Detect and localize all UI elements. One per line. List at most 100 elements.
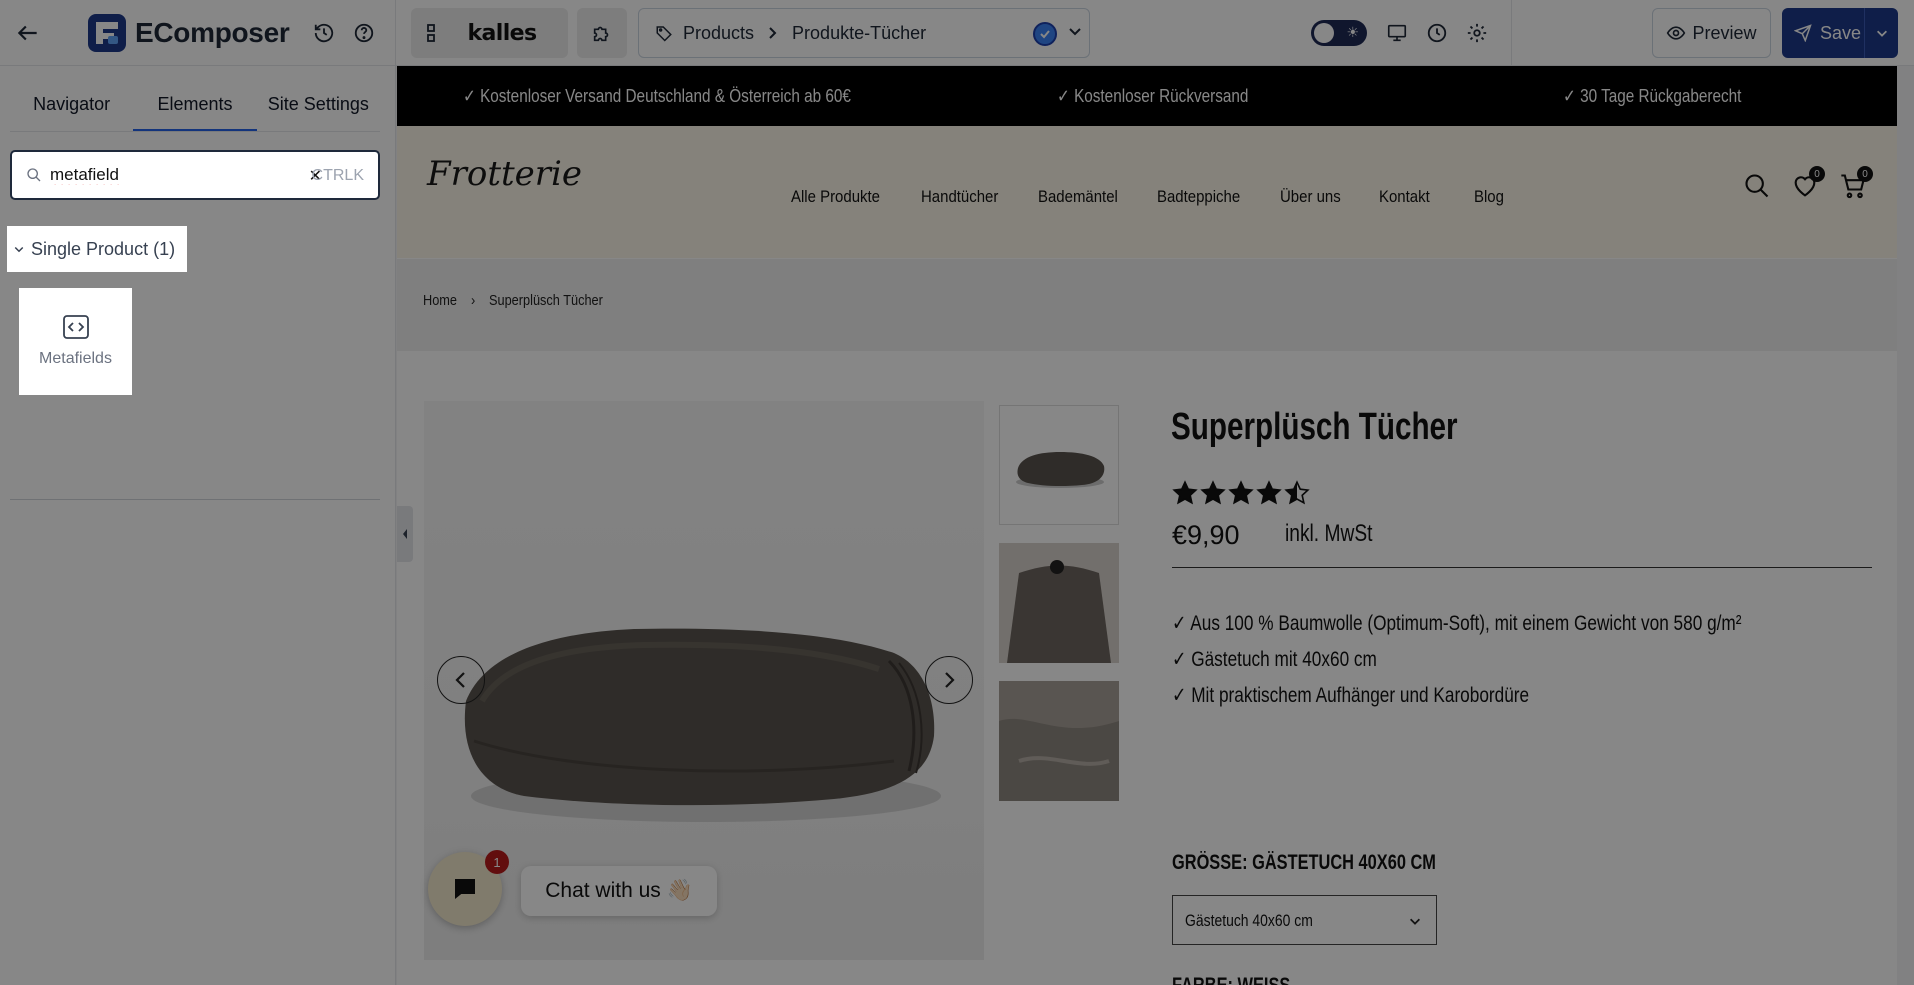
product-rating [1172,480,1310,506]
star-icon [1256,480,1282,505]
product-thumbnail[interactable] [999,405,1119,525]
save-main[interactable]: Save [1782,8,1864,58]
feature-item: ✓ Aus 100 % Baumwolle (Optimum-Soft), mi… [1172,612,1742,635]
back-button[interactable] [10,15,46,51]
published-check-icon [1033,22,1057,46]
size-select[interactable]: Gästetuch 40x60 cm [1172,895,1437,945]
search-icon [27,168,41,182]
next-image-button[interactable] [925,656,973,704]
chevron-left-icon [403,529,407,539]
help-icon [354,23,374,43]
star-icon [1200,480,1226,505]
sidebar-divider [10,499,380,500]
save-options-button[interactable] [1864,8,1898,58]
tab-elements[interactable]: Elements [133,82,257,131]
announcement-item: ✓ 30 Tage Rückgaberecht [1563,86,1742,106]
eye-icon [1667,26,1686,40]
chat-label: Chat with us 👋🏻 [545,879,693,902]
theme-button[interactable]: kalles [436,8,568,58]
nav-alle-produkte[interactable]: Alle Produkte [791,187,880,207]
help-button[interactable] [350,19,378,47]
element-label: Metafields [39,350,112,367]
metafields-element[interactable]: Metafields [19,288,132,395]
product-title: Superplüsch Tücher [1171,406,1458,448]
nav-ueber-uns[interactable]: Über uns [1280,187,1341,207]
tab-site-settings[interactable]: Site Settings [257,82,380,131]
chevron-left-icon [455,672,465,688]
announcement-item: ✓ Kostenloser Rückversand [1057,86,1249,106]
page-selector[interactable]: Products Produkte-Tücher [638,8,1090,58]
prev-image-button[interactable] [437,656,485,704]
breadcrumb: Home › Superplüsch Tücher [397,259,1897,351]
chat-prompt[interactable]: Chat with us 👋🏻 [521,866,717,916]
app-logo: EComposer [88,14,290,52]
feature-item: ✓ Mit praktischem Aufhänger und Karobord… [1172,684,1530,707]
product-price: €9,90 [1172,520,1240,550]
arrow-left-icon [17,25,37,41]
save-button[interactable]: Save [1782,8,1898,58]
gear-icon [1467,23,1487,43]
schedule-button[interactable] [1423,19,1451,47]
settings-button[interactable] [1463,19,1491,47]
product-thumbnail[interactable] [999,681,1119,801]
element-group-label: Single Product (1) [31,238,176,259]
collapse-sidebar-handle[interactable] [397,506,413,562]
breadcrumb-separator: › [471,292,476,309]
towel-texture-thumbnail [999,681,1119,801]
store-header: Frotterie Alle Produkte Handtücher Badem… [397,126,1897,258]
chevron-down-icon [1067,23,1083,44]
chevron-right-icon [945,672,955,688]
feature-item: ✓ Gästetuch mit 40x60 cm [1172,648,1377,671]
store-logo[interactable]: Frotterie [427,154,582,194]
tab-navigator[interactable]: Navigator [10,82,133,131]
color-label: FARBE: WEISS [1172,974,1290,985]
extensions-button[interactable] [577,8,627,58]
nav-badteppiche[interactable]: Badteppiche [1157,187,1240,207]
page-name: Produkte-Tücher [792,22,927,43]
size-label: GRÖSSE: GÄSTETUCH 40X60 CM [1172,851,1436,874]
sun-icon: ☀ [1346,24,1359,40]
puzzle-icon [593,26,609,42]
send-icon [1794,24,1812,42]
nav-handtuecher[interactable]: Handtücher [921,187,998,207]
desktop-view-button[interactable] [1383,19,1411,47]
history-button[interactable] [310,19,338,47]
search-icon [1745,174,1769,198]
wishlist-count: 0 [1809,166,1825,182]
page-canvas: ✓ Kostenloser Versand Deutschland & Öste… [397,66,1897,985]
nav-kontakt[interactable]: Kontakt [1379,187,1430,207]
announcement-bar: ✓ Kostenloser Versand Deutschland & Öste… [397,66,1897,126]
size-value: Gästetuch 40x60 cm [1185,911,1313,930]
breadcrumb-home[interactable]: Home [423,292,457,309]
chevron-down-icon [1410,918,1420,925]
product-thumbnail[interactable] [999,543,1119,663]
preview-button[interactable]: Preview [1652,8,1771,58]
cart-count: 0 [1857,166,1873,182]
monitor-icon [1387,24,1407,42]
element-search-field[interactable]: ✕ CTRLK [10,150,380,200]
preview-label: Preview [1692,22,1757,43]
theme-name: kalles [467,20,538,46]
chat-unread-badge: 1 [485,850,509,874]
code-icon [62,315,89,339]
star-icon [1172,480,1198,505]
theme-mode-toggle[interactable]: ☀ [1311,20,1367,46]
history-icon [314,23,334,43]
nav-blog[interactable]: Blog [1474,187,1504,207]
tag-icon [656,26,672,42]
save-label: Save [1820,22,1862,43]
towel-hanging-thumbnail [999,543,1119,663]
nav-bademaentel[interactable]: Bademäntel [1038,187,1118,207]
chat-bubble-icon [455,879,475,899]
star-icon [1228,480,1254,505]
clock-icon [1427,23,1447,43]
divider [1172,567,1872,568]
chevron-down-icon [1876,30,1887,37]
store-search-button[interactable] [1743,172,1771,205]
element-group-single-product[interactable]: Single Product (1) [7,226,187,272]
star-icon [1284,480,1310,505]
search-input[interactable] [50,165,290,185]
announcement-item: ✓ Kostenloser Versand Deutschland & Öste… [463,86,851,106]
chevron-right-icon [768,26,778,40]
page-type: Products [683,22,755,43]
